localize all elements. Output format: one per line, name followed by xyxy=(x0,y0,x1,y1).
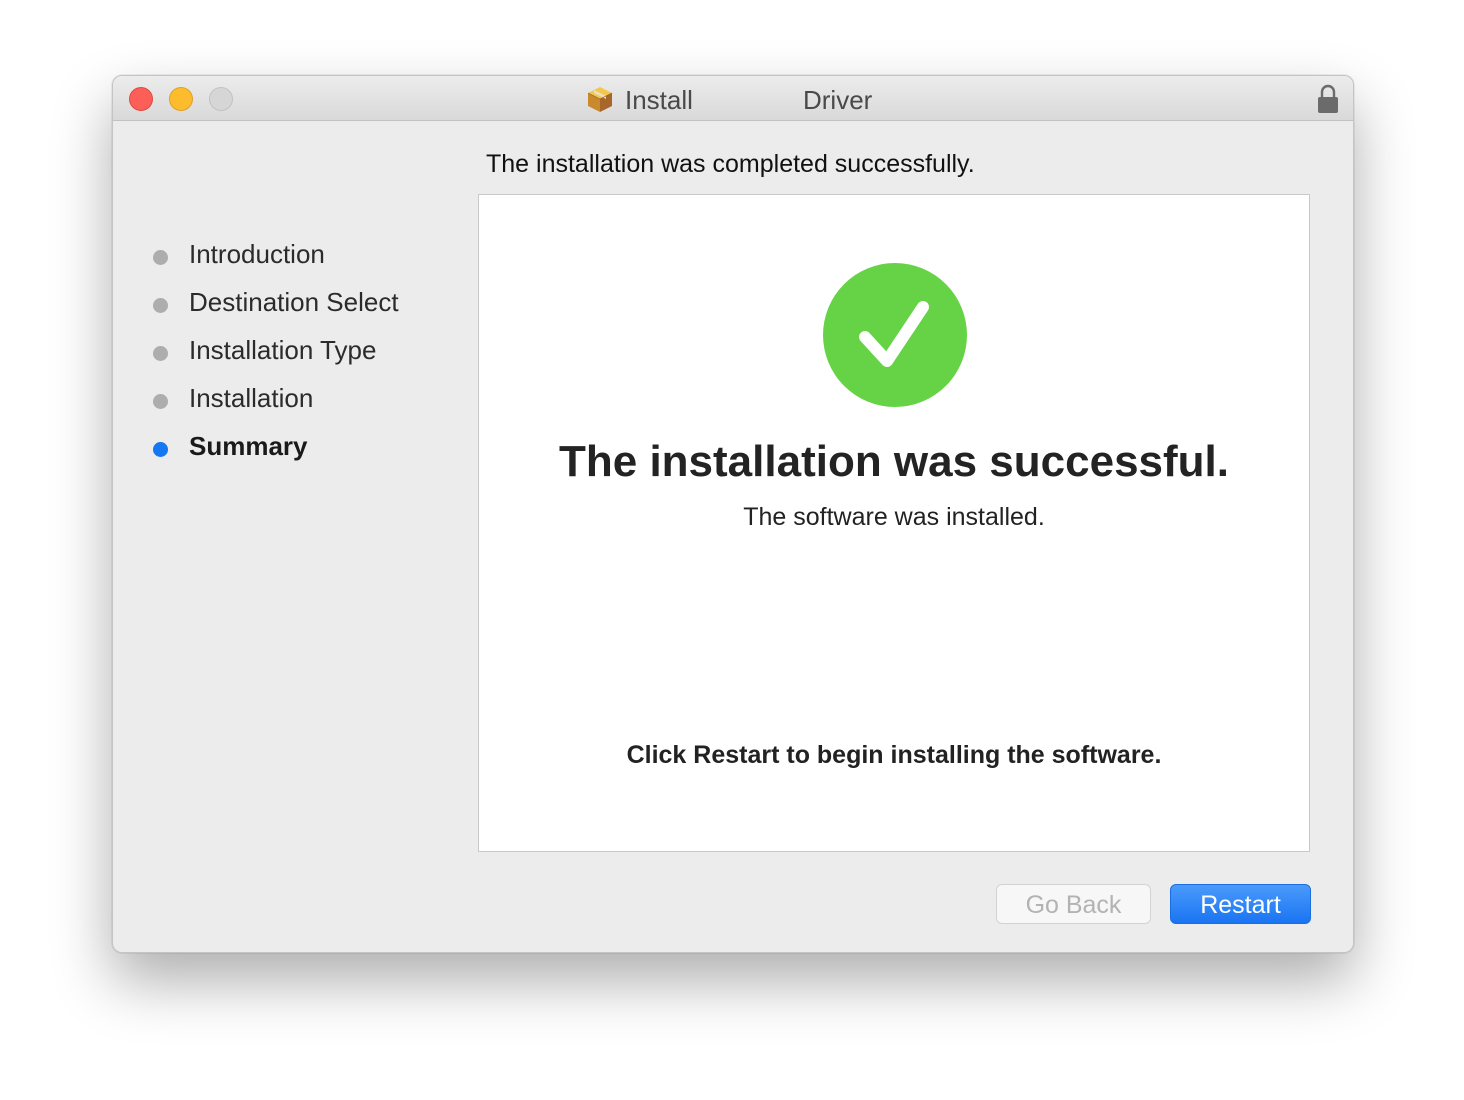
page-header: The installation was completed successfu… xyxy=(486,150,975,178)
success-subtitle: The software was installed. xyxy=(743,503,1045,531)
success-title: The installation was successful. xyxy=(559,437,1229,486)
step-introduction: Introduction xyxy=(151,236,471,284)
window-title-app: Install xyxy=(625,85,693,115)
window-title-package: Driver xyxy=(803,85,873,115)
step-dot-icon xyxy=(153,442,168,457)
step-label: Summary xyxy=(189,431,308,461)
step-dot-icon xyxy=(153,250,168,265)
step-list: Introduction Destination Select Installa… xyxy=(151,236,471,476)
step-label: Installation xyxy=(189,383,314,413)
content-pane: The installation was successful. The sof… xyxy=(478,194,1310,852)
lock-icon[interactable] xyxy=(1317,84,1339,114)
restart-button[interactable]: Restart xyxy=(1170,884,1311,924)
step-destination-select: Destination Select xyxy=(151,284,471,332)
step-installation: Installation xyxy=(151,380,471,428)
step-dot-icon xyxy=(153,346,168,361)
restart-note: Click Restart to begin installing the so… xyxy=(626,741,1162,769)
go-back-button[interactable]: Go Back xyxy=(996,884,1151,924)
minimize-button[interactable] xyxy=(169,87,193,111)
step-summary: Summary xyxy=(151,428,471,476)
checkmark-circle-icon xyxy=(823,263,967,407)
title-bar[interactable]: Install Driver xyxy=(113,76,1353,121)
close-button[interactable] xyxy=(129,87,153,111)
step-label: Introduction xyxy=(189,239,325,269)
zoom-button xyxy=(209,87,233,111)
package-icon xyxy=(587,87,613,112)
step-label: Installation Type xyxy=(189,335,377,365)
step-installation-type: Installation Type xyxy=(151,332,471,380)
step-dot-icon xyxy=(153,394,168,409)
step-label: Destination Select xyxy=(189,287,399,317)
installer-window: Install Driver The installation was comp… xyxy=(112,75,1354,953)
step-dot-icon xyxy=(153,298,168,313)
